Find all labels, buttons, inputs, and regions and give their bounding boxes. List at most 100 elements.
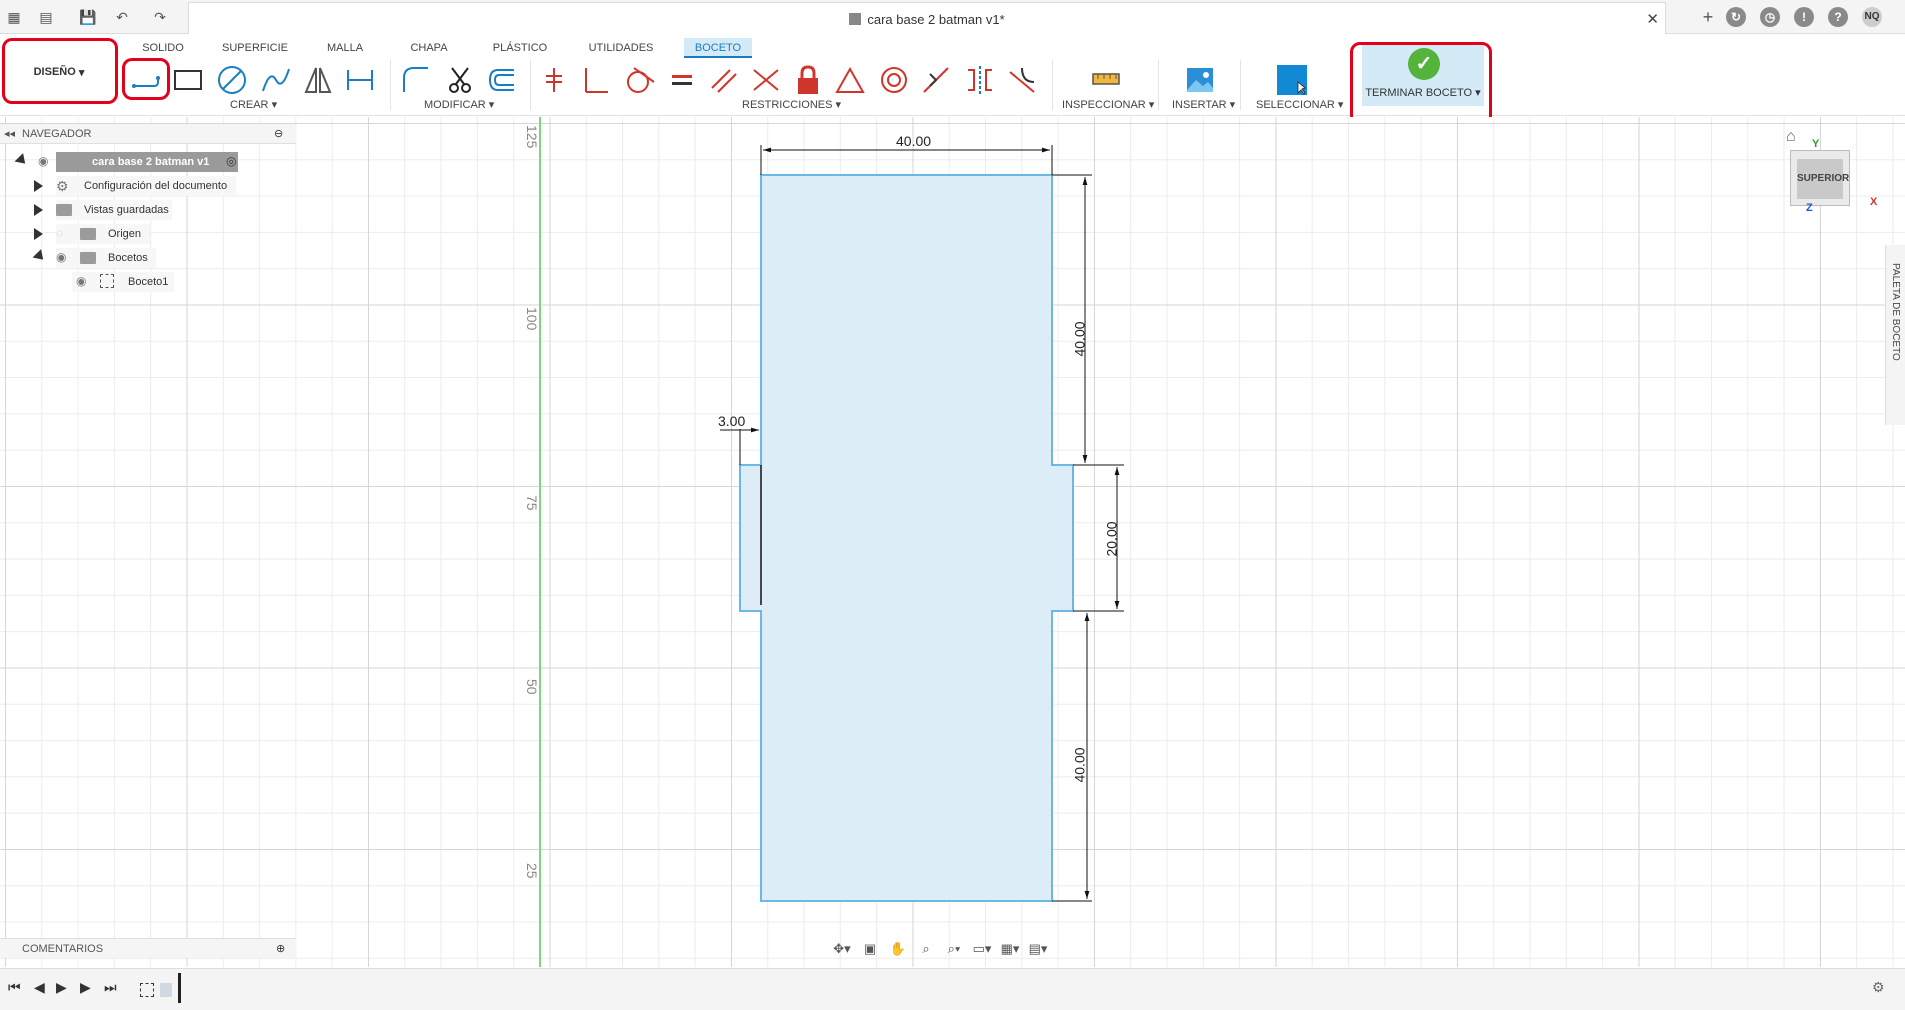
tree-item-sketches[interactable]: Bocetos bbox=[56, 248, 156, 268]
sketch-dimension-tool[interactable] bbox=[342, 62, 378, 98]
zoom-window-icon[interactable]: ⌕▾ bbox=[942, 939, 966, 959]
notifications-icon[interactable]: ! bbox=[1794, 7, 1814, 27]
activate-icon[interactable]: ◎ bbox=[226, 154, 236, 168]
spline-tool[interactable] bbox=[258, 62, 294, 98]
dimension-label-middle[interactable]: 20.00 bbox=[1104, 521, 1120, 556]
orbit-icon[interactable]: ✥▾ bbox=[830, 939, 854, 959]
save-icon[interactable]: 💾 bbox=[78, 7, 98, 27]
collapse-icon[interactable]: ◂◂ bbox=[4, 127, 15, 140]
midpoint-constraint-icon[interactable] bbox=[918, 62, 954, 98]
tree-item-config[interactable]: Configuración del documento bbox=[56, 176, 236, 196]
offset-tool[interactable] bbox=[484, 62, 520, 98]
separator bbox=[390, 60, 391, 110]
perpendicular-constraint-icon[interactable] bbox=[578, 62, 614, 98]
viewcube-face[interactable]: SUPERIOR bbox=[1797, 159, 1849, 199]
timeline-marker[interactable] bbox=[178, 973, 181, 1003]
tree-item-sketch1[interactable]: Boceto1 bbox=[72, 272, 174, 292]
expand-icon[interactable] bbox=[34, 180, 43, 192]
inspeccionar-group-label[interactable]: INSPECCIONAR ▾ bbox=[1062, 98, 1154, 111]
home-icon[interactable]: ⌂ bbox=[1786, 128, 1796, 146]
minus-icon[interactable]: ⊖ bbox=[274, 127, 283, 140]
triangle-constraint-icon[interactable] bbox=[832, 62, 868, 98]
sketch-palette-tab[interactable]: PALETA DE BOCETO bbox=[1885, 245, 1905, 425]
viewports-icon[interactable]: ▤▾ bbox=[1026, 939, 1050, 959]
symmetry-constraint-icon[interactable] bbox=[962, 62, 998, 98]
dimension-upper-height[interactable] bbox=[1052, 174, 1092, 466]
document-tab[interactable]: cara base 2 batman v1* ✕ bbox=[188, 2, 1666, 34]
gear-icon[interactable]: ⚙ bbox=[1872, 979, 1885, 996]
step-back-icon[interactable]: ◀ bbox=[34, 979, 45, 996]
restricciones-group-label[interactable]: RESTRICCIONES ▾ bbox=[742, 98, 841, 111]
mirror-tool[interactable] bbox=[300, 62, 336, 98]
go-to-start-icon[interactable]: ⏮ bbox=[8, 979, 21, 996]
step-forward-icon[interactable]: ▶ bbox=[80, 979, 91, 996]
circle-tool[interactable] bbox=[214, 62, 250, 98]
dimension-top-width[interactable] bbox=[760, 145, 1053, 175]
job-status-icon[interactable]: ◷ bbox=[1760, 7, 1780, 27]
collapse-tree-icon[interactable] bbox=[32, 249, 48, 264]
fillet-tool[interactable] bbox=[398, 62, 434, 98]
tab-malla[interactable]: MALLA bbox=[324, 38, 366, 58]
seleccionar-group-label[interactable]: SELECCIONAR ▾ bbox=[1256, 98, 1343, 111]
tab-solido[interactable]: SOLIDO bbox=[140, 38, 186, 58]
eye-icon[interactable]: ◉ bbox=[38, 154, 48, 168]
crear-group-label[interactable]: CREAR ▾ bbox=[230, 98, 277, 111]
trim-tool[interactable] bbox=[442, 62, 478, 98]
dimension-left-offset[interactable] bbox=[720, 427, 759, 465]
tree-root[interactable]: cara base 2 batman v1 bbox=[56, 152, 238, 172]
tree-item-origin[interactable]: Origen bbox=[56, 224, 150, 244]
grid-settings-icon[interactable]: ▦▾ bbox=[998, 939, 1022, 959]
insert-image-icon[interactable] bbox=[1182, 62, 1218, 98]
dimension-label-left[interactable]: 3.00 bbox=[718, 413, 745, 429]
measure-icon[interactable] bbox=[1088, 62, 1124, 98]
eye-icon[interactable]: ◉ bbox=[56, 250, 66, 264]
tab-plastico[interactable]: PLÁSTICO bbox=[490, 38, 550, 58]
rectangle-tool[interactable] bbox=[170, 62, 206, 98]
dimension-label-top[interactable]: 40.00 bbox=[896, 133, 931, 149]
close-icon[interactable]: ✕ bbox=[1646, 10, 1659, 28]
new-tab-icon[interactable]: + bbox=[1698, 7, 1718, 27]
expand-icon[interactable] bbox=[34, 228, 43, 240]
tree-item-saved-views[interactable]: Vistas guardadas bbox=[56, 200, 172, 220]
viewcube[interactable]: SUPERIOR bbox=[1790, 150, 1850, 206]
add-comment-icon[interactable]: ⊕ bbox=[276, 942, 285, 955]
timeline-feature[interactable] bbox=[160, 983, 172, 997]
zoom-icon[interactable]: ⌕ bbox=[914, 939, 938, 959]
equal-constraint-icon[interactable] bbox=[664, 62, 700, 98]
display-settings-icon[interactable]: ▭▾ bbox=[970, 939, 994, 959]
go-to-end-icon[interactable]: ⏭ bbox=[104, 979, 117, 996]
fix-lock-icon[interactable] bbox=[790, 62, 826, 98]
eye-hidden-icon[interactable]: ◌ bbox=[56, 226, 63, 240]
tab-superficie[interactable]: SUPERFICIE bbox=[222, 38, 288, 58]
select-icon[interactable] bbox=[1274, 62, 1310, 98]
dimension-label-lower[interactable]: 40.00 bbox=[1072, 747, 1088, 782]
tangent-constraint-icon[interactable] bbox=[622, 62, 658, 98]
expand-icon[interactable] bbox=[34, 204, 43, 216]
user-avatar[interactable]: NQ bbox=[1862, 7, 1882, 27]
pan-hand-icon[interactable]: ✋ bbox=[886, 939, 910, 959]
undo-icon[interactable]: ↶ bbox=[112, 7, 132, 27]
look-at-icon[interactable]: ▣ bbox=[858, 939, 882, 959]
apps-grid-icon[interactable]: ▦ bbox=[4, 7, 24, 27]
eye-icon[interactable]: ◉ bbox=[76, 274, 86, 288]
redo-icon[interactable]: ↷ bbox=[150, 7, 170, 27]
extensions-icon[interactable]: ↻ bbox=[1726, 7, 1746, 27]
modificar-group-label[interactable]: MODIFICAR ▾ bbox=[424, 98, 494, 111]
curvature-constraint-icon[interactable] bbox=[1004, 62, 1040, 98]
tab-boceto[interactable]: BOCETO bbox=[684, 38, 752, 58]
expand-icon[interactable] bbox=[14, 153, 30, 168]
timeline-sketch-icon[interactable] bbox=[140, 983, 154, 997]
file-menu-icon[interactable]: ▤ bbox=[36, 7, 56, 27]
play-icon[interactable]: ▶ bbox=[56, 979, 67, 996]
parallel-constraint-icon[interactable] bbox=[706, 62, 742, 98]
coincident-constraint-icon[interactable] bbox=[536, 62, 572, 98]
tab-chapa[interactable]: CHAPA bbox=[408, 38, 450, 58]
help-icon[interactable]: ? bbox=[1828, 7, 1848, 27]
comments-panel[interactable]: COMENTARIOS ⊕ bbox=[0, 938, 296, 958]
tab-utilidades[interactable]: UTILIDADES bbox=[586, 38, 656, 58]
dimension-label-upper[interactable]: 40.00 bbox=[1072, 321, 1088, 356]
concentric-constraint-icon[interactable] bbox=[876, 62, 912, 98]
insertar-group-label[interactable]: INSERTAR ▾ bbox=[1172, 98, 1235, 111]
collinear-constraint-icon[interactable] bbox=[748, 62, 784, 98]
sketch-profile[interactable] bbox=[739, 174, 1074, 902]
